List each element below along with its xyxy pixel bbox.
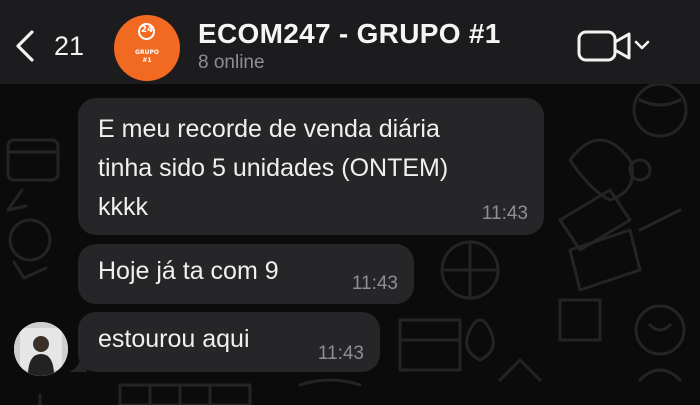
unread-count: 21 (53, 30, 84, 61)
avatar-logo-text: GRUPO (135, 49, 159, 56)
message-text: E meu recorde de venda diária tinha sido… (98, 110, 448, 227)
avatar-logo-number: 24 (140, 25, 154, 35)
message-bubble[interactable]: estourou aqui 11:43 (69, 312, 380, 372)
message-time: 11:43 (351, 273, 398, 294)
video-camera-icon (577, 30, 631, 62)
bubble-tail (69, 356, 87, 372)
video-call-button[interactable] (576, 28, 654, 64)
sender-avatar[interactable] (14, 322, 68, 376)
message-text: Hoje já ta com 9 (98, 257, 279, 285)
message-bubble[interactable]: E meu recorde de venda diária tinha sido… (78, 98, 544, 235)
message-time: 11:43 (481, 203, 528, 224)
avatar-logo-subtext: #1 (142, 57, 152, 64)
message-text: estourou aqui (98, 325, 250, 353)
person-photo-icon (14, 322, 68, 376)
chevron-left-icon (16, 30, 34, 62)
message-bubble[interactable]: Hoje já ta com 9 11:43 (78, 244, 414, 304)
group-avatar[interactable]: 24 GRUPO #1 (114, 15, 180, 81)
message-line: kkkk (98, 193, 148, 221)
message-line: tinha sido 5 unidades (ONTEM) (98, 154, 449, 182)
online-status: 8 online (198, 52, 265, 73)
group-title[interactable]: ECOM247 - GRUPO #1 (198, 18, 501, 50)
chevron-down-icon (634, 40, 650, 50)
back-button[interactable]: 21 (14, 24, 84, 68)
message-line: E meu recorde de venda diária (98, 115, 440, 143)
message-time: 11:43 (317, 343, 364, 364)
chat-header: 21 24 GRUPO #1 ECOM247 - GRUPO #1 8 onli… (0, 0, 700, 84)
